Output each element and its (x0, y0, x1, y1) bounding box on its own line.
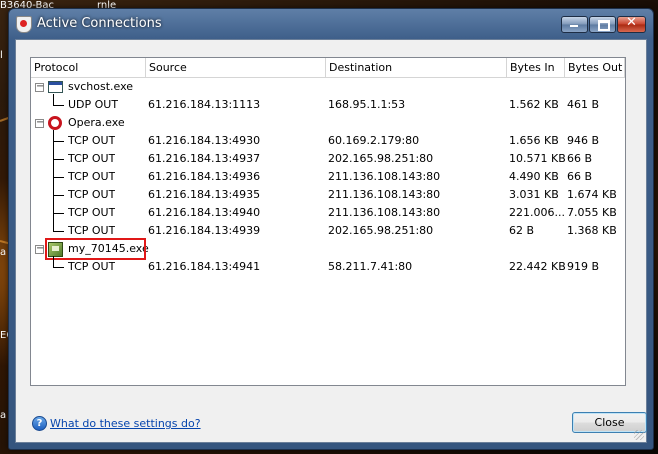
column-header-bytes-out[interactable]: Bytes Out (565, 58, 625, 77)
cell-bytes-in: 1.562 KB (509, 98, 559, 111)
tree-branch (53, 213, 64, 214)
close-icon: ✕ (626, 15, 637, 30)
cell-destination: 58.211.7.41:80 (328, 260, 413, 273)
cell-destination: 168.95.1.1:53 (328, 98, 406, 111)
connection-row[interactable]: TCP OUT 61.216.184.13:4937 202.165.98.251:… (31, 150, 625, 168)
cell-bytes-in: 22.442 KB (509, 260, 566, 273)
cell-bytes-in: 10.571 KB (509, 152, 566, 165)
minimize-icon (570, 25, 578, 27)
window-title: Active Connections (37, 16, 162, 31)
cell-bytes-out: 461 B (567, 98, 600, 111)
cell-source: 61.216.184.13:4930 (148, 134, 261, 147)
help-icon[interactable]: ? (32, 416, 47, 431)
cell-bytes-out: 1.368 KB (567, 224, 617, 237)
cell-protocol: TCP OUT (68, 206, 116, 219)
cell-destination: 202.165.98.251:80 (328, 224, 434, 237)
desktop-text: a (0, 247, 7, 258)
tree-branch (53, 159, 64, 160)
connection-row[interactable]: TCP OUT 61.216.184.13:4941 58.211.7.41:80 2… (31, 258, 625, 276)
connection-row[interactable]: TCP OUT 61.216.184.13:4936 211.136.108.143… (31, 168, 625, 186)
help-link[interactable]: What do these settings do? (50, 417, 201, 430)
maximize-button[interactable] (589, 16, 616, 33)
connections-list[interactable]: Protocol Source Destination Bytes In Byt… (30, 57, 626, 386)
list-header: Protocol Source Destination Bytes In Byt… (31, 58, 625, 78)
opera-icon (48, 116, 62, 130)
cell-bytes-out: 66 B (567, 152, 593, 165)
column-header-bytes-in[interactable]: Bytes In (507, 58, 565, 77)
cell-bytes-out: 66 B (567, 170, 593, 183)
connection-row[interactable]: TCP OUT 61.216.184.13:4930 60.169.2.179:80… (31, 132, 625, 150)
tree-branch (53, 267, 64, 268)
cell-bytes-in: 4.490 KB (509, 170, 559, 183)
connection-row[interactable]: TCP OUT 61.216.184.13:4935 211.136.108.143… (31, 186, 625, 204)
tree-branch (53, 231, 64, 232)
minimize-button[interactable] (561, 16, 588, 33)
close-window-button[interactable]: ✕ (617, 15, 646, 33)
process-row[interactable]: − my_70145.exe (31, 238, 625, 260)
process-name: svchost.exe (68, 80, 134, 93)
cell-bytes-out: 919 B (567, 260, 600, 273)
maximize-icon (598, 20, 610, 31)
cell-protocol: UDP OUT (68, 98, 119, 111)
shield-icon (16, 16, 32, 33)
column-header-source[interactable]: Source (146, 58, 326, 77)
cell-bytes-in: 221.006... (509, 206, 565, 219)
process-row[interactable]: − svchost.exe (31, 78, 625, 96)
cell-bytes-in: 62 B (509, 224, 535, 237)
cell-destination: 211.136.108.143:80 (328, 170, 441, 183)
collapse-toggle[interactable]: − (35, 82, 44, 92)
cell-bytes-out: 7.055 KB (567, 206, 617, 219)
cell-source: 61.216.184.13:4939 (148, 224, 261, 237)
desktop-text: l (0, 50, 3, 61)
connection-row[interactable]: UDP OUT 61.216.184.13:1113 168.95.1.1:53 1.… (31, 96, 625, 114)
collapse-toggle[interactable]: − (35, 118, 44, 128)
resize-grip[interactable] (634, 430, 644, 440)
title-bar[interactable]: Active Connections ✕ (9, 9, 653, 39)
dialog-client-area: Protocol Source Destination Bytes In Byt… (15, 39, 647, 443)
cell-protocol: TCP OUT (68, 134, 116, 147)
tree-branch (53, 141, 64, 142)
cell-bytes-out: 946 B (567, 134, 600, 147)
cell-source: 61.216.184.13:4941 (148, 260, 261, 273)
process-row[interactable]: − Opera.exe (31, 114, 625, 132)
active-connections-window: Active Connections ✕ Protocol Source Des… (8, 8, 654, 450)
collapse-toggle[interactable]: − (35, 244, 44, 254)
cell-destination: 211.136.108.143:80 (328, 206, 441, 219)
cell-bytes-in: 3.031 KB (509, 188, 559, 201)
cell-protocol: TCP OUT (68, 170, 116, 183)
tree-branch (53, 195, 64, 196)
connection-row[interactable]: TCP OUT 61.216.184.13:4940 211.136.108.143… (31, 204, 625, 222)
cell-bytes-in: 1.656 KB (509, 134, 559, 147)
cell-destination: 202.165.98.251:80 (328, 152, 434, 165)
cell-source: 61.216.184.13:1113 (148, 98, 261, 111)
column-header-protocol[interactable]: Protocol (31, 58, 146, 77)
window-app-icon (48, 81, 63, 93)
cell-protocol: TCP OUT (68, 152, 116, 165)
process-name: Opera.exe (68, 116, 125, 129)
cell-destination: 211.136.108.143:80 (328, 188, 441, 201)
tree-branch (53, 105, 64, 106)
cell-protocol: TCP OUT (68, 260, 116, 273)
highlight-box (45, 238, 146, 260)
column-header-destination[interactable]: Destination (326, 58, 507, 77)
tree-branch (53, 177, 64, 178)
cell-destination: 60.169.2.179:80 (328, 134, 420, 147)
cell-bytes-out: 1.674 KB (567, 188, 617, 201)
cell-source: 61.216.184.13:4935 (148, 188, 261, 201)
cell-source: 61.216.184.13:4936 (148, 170, 261, 183)
cell-source: 61.216.184.13:4940 (148, 206, 261, 219)
cell-protocol: TCP OUT (68, 188, 116, 201)
desktop-text: a (0, 410, 7, 421)
cell-source: 61.216.184.13:4937 (148, 152, 261, 165)
